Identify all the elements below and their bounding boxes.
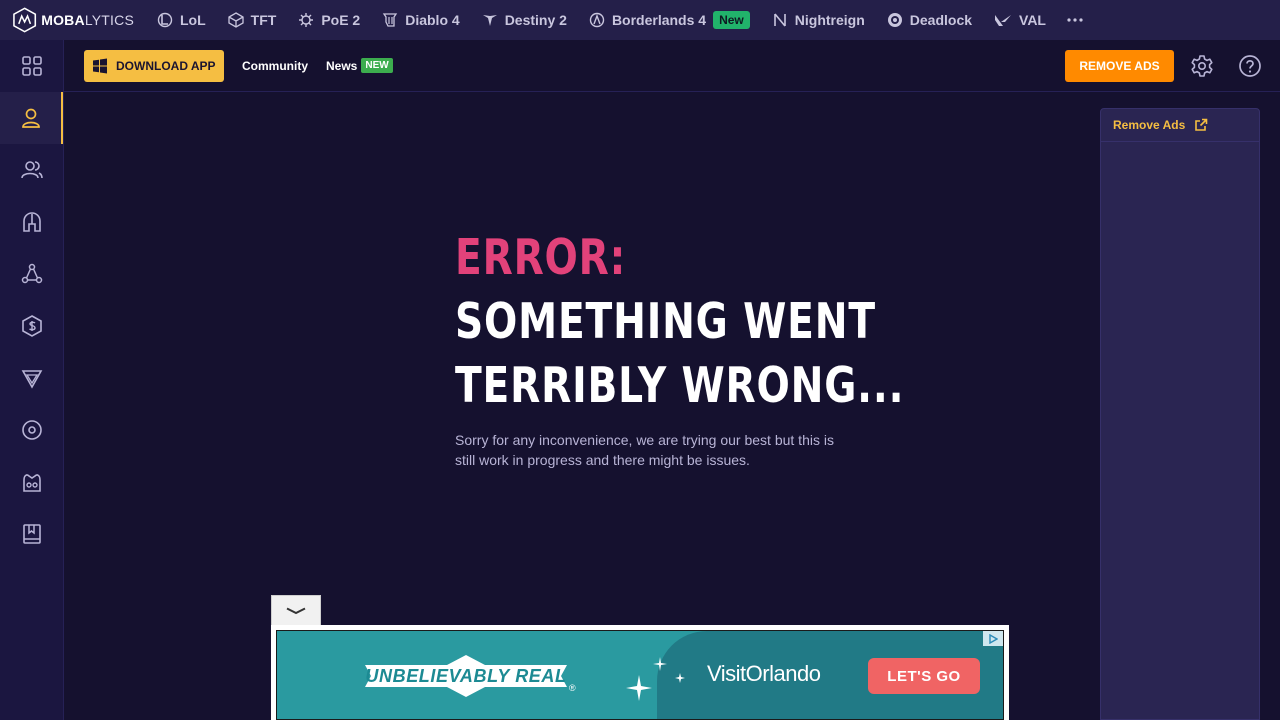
sub-header: DOWNLOAD APP Community News NEW REMOVE A… xyxy=(64,40,1280,92)
visit-orlando-ad[interactable]: UNBELIEVABLY REAL ® VisitOrlando LET'S G… xyxy=(276,630,1004,720)
lets-go-button[interactable]: LET'S GO xyxy=(868,658,980,694)
download-app-label: DOWNLOAD APP xyxy=(116,58,216,73)
download-app-button[interactable]: DOWNLOAD APP xyxy=(84,49,224,82)
sidebar-item-tft[interactable] xyxy=(0,352,63,404)
registered-mark: ® xyxy=(569,683,576,693)
sidebar-item-champions[interactable] xyxy=(0,196,63,248)
external-link-icon xyxy=(1195,118,1208,131)
adchoices-icon xyxy=(989,633,998,644)
game-tab-destiny2[interactable]: Destiny 2 xyxy=(471,0,578,40)
sidebar-item-all-games[interactable] xyxy=(0,40,63,92)
help-circle-icon xyxy=(1239,54,1261,77)
lol-icon xyxy=(157,12,173,28)
mask-icon xyxy=(22,474,41,492)
more-games-button[interactable] xyxy=(1057,0,1093,40)
collapse-ad-button[interactable] xyxy=(271,595,321,625)
more-dots-icon xyxy=(1067,18,1083,22)
user-icon xyxy=(21,108,40,128)
error-message-block: ERROR: SOMETHING WENT TERRIBLY WRONG... … xyxy=(455,226,905,470)
new-badge: New xyxy=(713,11,750,29)
sidebar-item-tier-list[interactable] xyxy=(0,300,63,352)
diablo4-icon xyxy=(383,13,398,27)
game-tab-label: PoE 2 xyxy=(321,12,361,28)
news-link[interactable]: News NEW xyxy=(326,58,393,73)
mobalytics-shield-icon xyxy=(13,7,37,33)
community-link[interactable]: Community xyxy=(242,59,308,73)
game-tab-lol[interactable]: LoL xyxy=(146,0,217,40)
deadlock-icon xyxy=(887,13,902,27)
game-tab-label: LoL xyxy=(180,12,206,28)
ad-tagline-wrap: UNBELIEVABLY REAL xyxy=(363,653,569,699)
windows-icon xyxy=(93,58,107,73)
right-ad-panel: Remove Ads xyxy=(1100,108,1260,720)
helmet-icon xyxy=(22,212,41,232)
tft-icon xyxy=(228,12,244,28)
game-tab-label: Destiny 2 xyxy=(504,12,567,28)
remove-ads-link-label: Remove Ads xyxy=(1113,118,1186,132)
triangle-emblem-icon xyxy=(21,370,42,389)
adchoices-button[interactable] xyxy=(983,631,1003,646)
game-tab-label: Borderlands 4 xyxy=(611,12,707,28)
error-heading-line-1: SOMETHING WENT xyxy=(455,293,876,350)
game-tab-valorant[interactable]: VAL xyxy=(983,0,1057,40)
users-icon xyxy=(20,161,43,179)
game-switcher: LoL TFT PoE 2 Diablo 4 Destiny 2 Borderl… xyxy=(146,0,1093,40)
sidebar-item-arena[interactable] xyxy=(0,456,63,508)
valorant-icon xyxy=(995,15,1012,26)
borderlands4-icon xyxy=(589,12,605,28)
sidebar-item-builds[interactable] xyxy=(0,248,63,300)
error-label: ERROR: xyxy=(455,229,627,286)
sidebar-item-overlay[interactable] xyxy=(0,404,63,456)
mobalytics-logo[interactable]: MOBALYTICS xyxy=(12,7,134,33)
left-sidebar xyxy=(0,40,64,720)
disc-icon xyxy=(21,420,42,440)
chevron-down-icon xyxy=(286,607,306,614)
game-tab-tft[interactable]: TFT xyxy=(217,0,288,40)
sidebar-item-profile[interactable] xyxy=(0,92,63,144)
sidebar-item-guides[interactable] xyxy=(0,508,63,560)
nightreign-icon xyxy=(773,13,786,27)
nodes-icon xyxy=(21,263,42,284)
settings-button[interactable] xyxy=(1178,40,1226,92)
visit-orlando-logo: VisitOrlando xyxy=(707,661,821,686)
dollar-shield-icon xyxy=(21,315,42,337)
destiny2-icon xyxy=(482,15,497,26)
game-tab-label: VAL xyxy=(1019,12,1046,28)
brand-wordmark: MOBALYTICS xyxy=(41,12,134,28)
sparkle-icon xyxy=(626,657,685,701)
book-icon xyxy=(22,524,41,544)
game-tab-nightreign[interactable]: Nightreign xyxy=(761,0,876,40)
game-tab-label: TFT xyxy=(250,12,277,28)
news-new-badge: NEW xyxy=(361,58,393,73)
grid-icon xyxy=(21,56,42,76)
gear-icon xyxy=(1191,54,1213,77)
top-navigation-bar: MOBALYTICS LoL TFT PoE 2 Diablo 4 Destin… xyxy=(0,0,1280,40)
game-tab-label: Nightreign xyxy=(794,12,865,28)
error-heading-line-2: TERRIBLY WRONG... xyxy=(455,357,905,414)
game-tab-label: Diablo 4 xyxy=(405,12,460,28)
bottom-ad-container: UNBELIEVABLY REAL ® VisitOrlando LET'S G… xyxy=(271,625,1009,720)
game-tab-diablo4[interactable]: Diablo 4 xyxy=(371,0,470,40)
game-tab-label: Deadlock xyxy=(909,12,973,28)
poe2-icon xyxy=(299,13,314,27)
ad-tagline: UNBELIEVABLY REAL xyxy=(365,665,567,686)
game-tab-deadlock[interactable]: Deadlock xyxy=(876,0,983,40)
remove-ads-link[interactable]: Remove Ads xyxy=(1101,109,1259,142)
help-button[interactable] xyxy=(1226,40,1274,92)
sidebar-item-friends[interactable] xyxy=(0,144,63,196)
news-label: News xyxy=(326,58,358,73)
game-tab-borderlands4[interactable]: Borderlands 4 New xyxy=(578,0,761,40)
game-tab-poe2[interactable]: PoE 2 xyxy=(287,0,371,40)
error-description: Sorry for any inconvenience, we are tryi… xyxy=(455,432,834,468)
remove-ads-button[interactable]: REMOVE ADS xyxy=(1065,49,1174,82)
community-label: Community xyxy=(242,58,308,73)
